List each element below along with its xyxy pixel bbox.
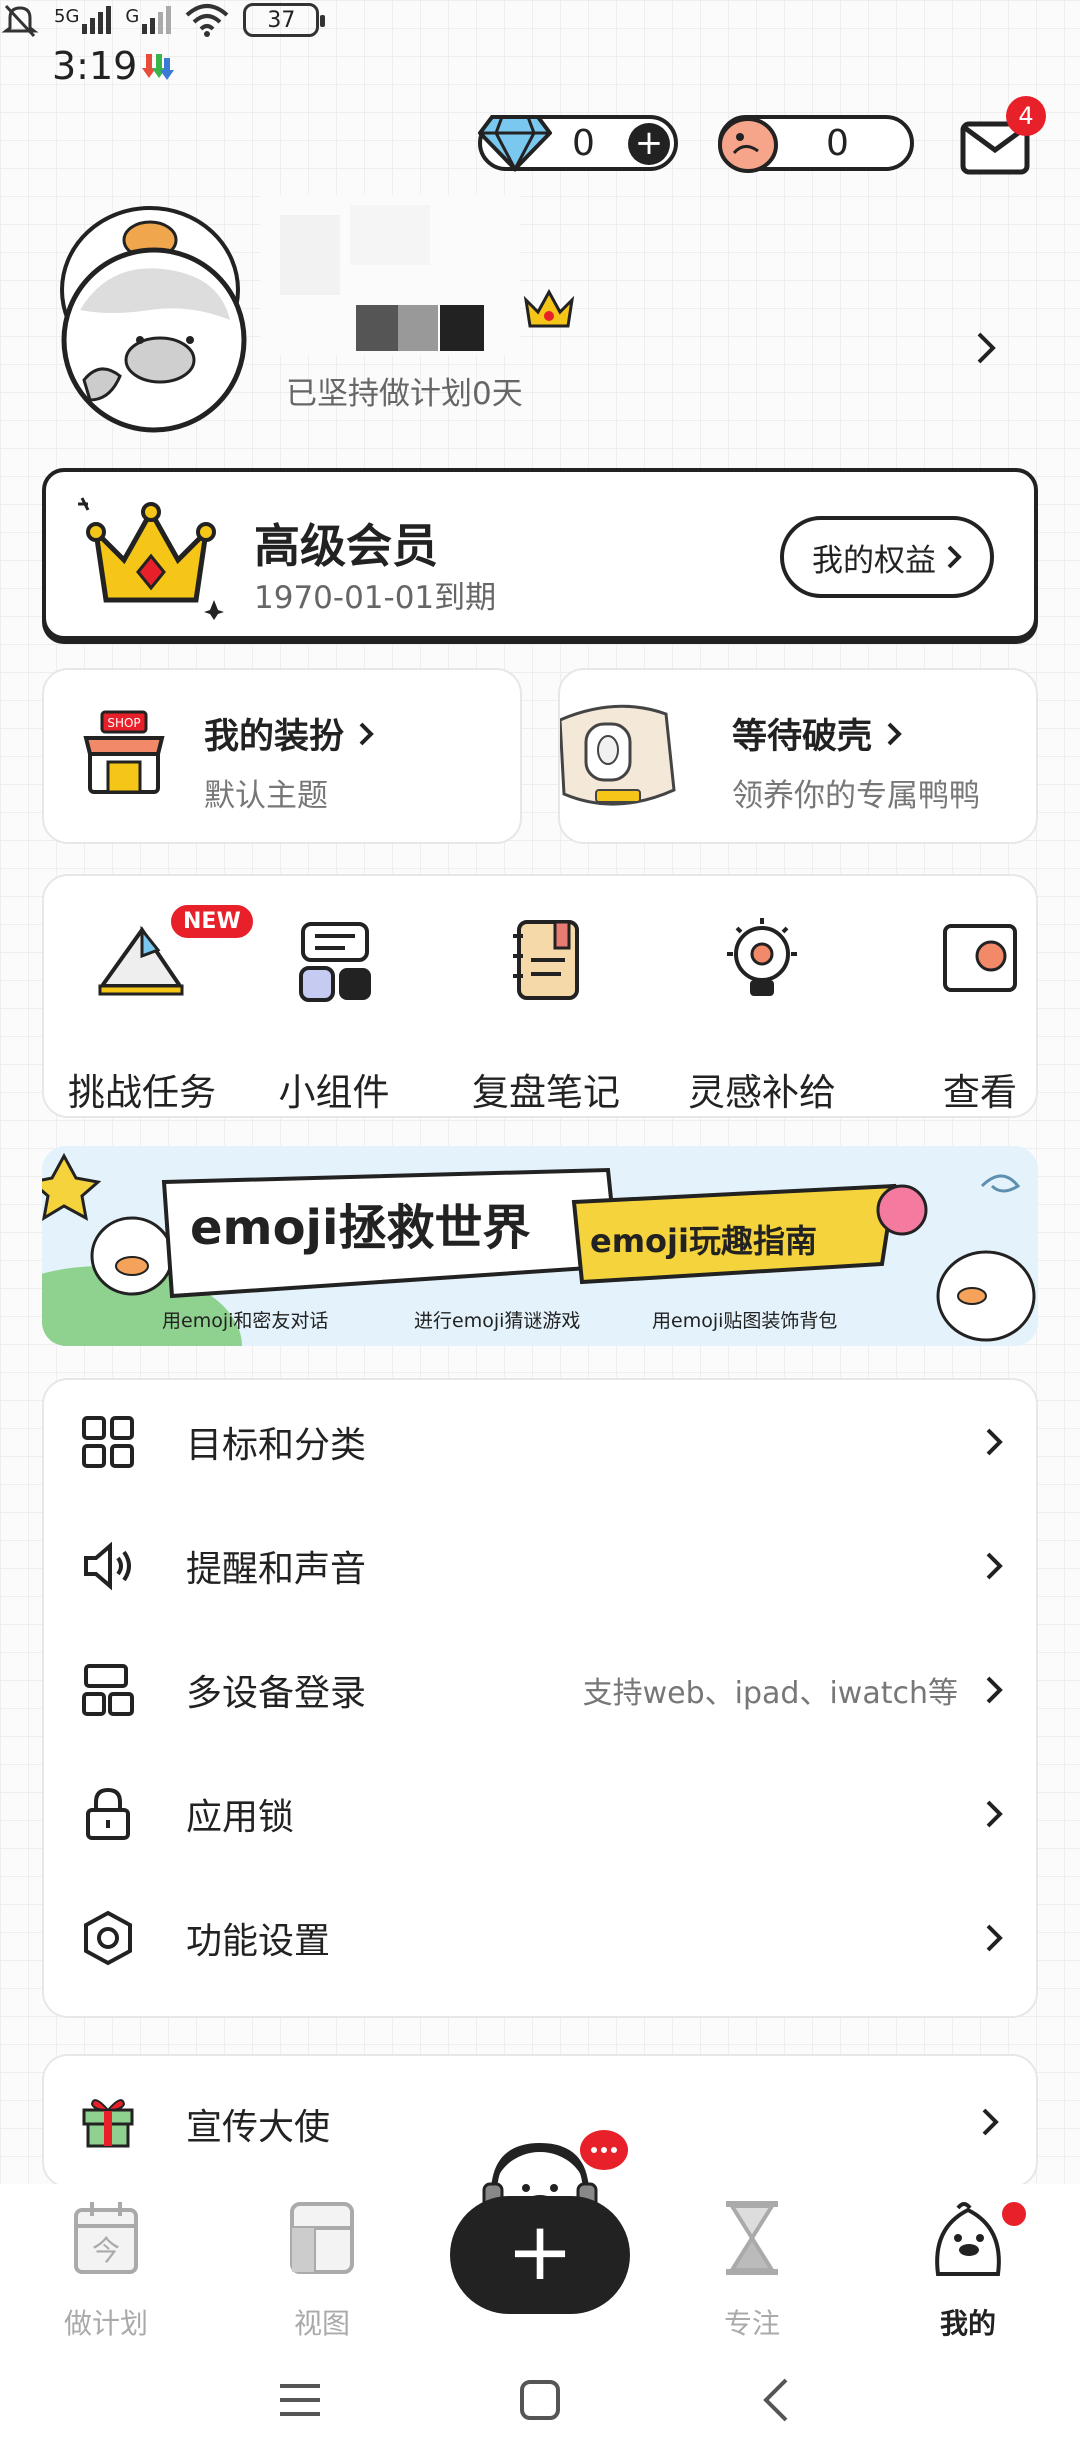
chevron-right-icon bbox=[986, 1552, 1003, 1580]
menu-icon[interactable] bbox=[278, 2380, 322, 2420]
settings-row-reminders[interactable]: 提醒和声音 bbox=[44, 1504, 1040, 1628]
settings-row-goals[interactable]: 目标和分类 bbox=[44, 1380, 1040, 1504]
shop-icon: SHOP bbox=[83, 710, 165, 794]
member-title: 高级会员 bbox=[254, 519, 438, 573]
wifi-icon bbox=[186, 4, 229, 37]
mail-button[interactable]: 4 bbox=[960, 96, 1046, 176]
my-theme-sub: 默认主题 bbox=[204, 778, 328, 814]
incubator-icon bbox=[560, 704, 676, 806]
diamond-count: 0 bbox=[572, 123, 595, 164]
hourglass-icon bbox=[726, 2201, 778, 2275]
membership-card[interactable]: 高级会员 1970-01-01到期 我的权益 bbox=[42, 468, 1038, 640]
egg-balance-pill[interactable]: 0 bbox=[718, 115, 914, 173]
my-theme-card[interactable]: SHOP 我的装扮 默认主题 bbox=[42, 668, 522, 844]
quick-item-widget[interactable]: 小组件 bbox=[234, 916, 434, 1114]
banner-title: emoji拯救世界 bbox=[190, 1200, 531, 1256]
banner-item-1: 用emoji和密友对话 bbox=[162, 1310, 329, 1332]
duckling-egg-icon bbox=[718, 117, 778, 173]
promo-banner[interactable]: emoji拯救世界 emoji玩趣指南 用emoji和密友对话 进行emoji猜… bbox=[42, 1146, 1038, 1346]
chevron-right-icon[interactable] bbox=[975, 330, 999, 366]
calendar-glyph: 今 bbox=[92, 2234, 120, 2267]
chevron-right-icon bbox=[986, 1800, 1003, 1828]
banner-item-2: 进行emoji猜谜游戏 bbox=[414, 1310, 581, 1332]
chevron-right-icon bbox=[986, 1924, 1003, 1952]
settings-row-app-lock[interactable]: 应用锁 bbox=[44, 1752, 1040, 1876]
back-icon[interactable] bbox=[760, 2376, 792, 2424]
chevron-right-icon bbox=[359, 722, 374, 745]
diamond-balance-pill[interactable]: 0 + bbox=[478, 115, 678, 173]
add-plan-button[interactable]: + bbox=[450, 2196, 630, 2314]
banner-item-3: 用emoji贴图装饰背包 bbox=[652, 1310, 838, 1332]
hatch-egg-card[interactable]: 等待破壳 领养你的专属鸭鸭 bbox=[558, 668, 1038, 844]
settings-row-devices[interactable]: 多设备登录 支持web、ipad、iwatch等 bbox=[44, 1628, 1040, 1752]
nav-focus[interactable]: 专注 bbox=[682, 2198, 822, 2340]
hatch-sub: 领养你的专属鸭鸭 bbox=[732, 778, 980, 814]
vip-crown-icon bbox=[523, 288, 575, 328]
layout-icon bbox=[290, 2202, 354, 2274]
shop-sign: SHOP bbox=[107, 716, 140, 730]
member-expiry: 1970-01-01到期 bbox=[254, 580, 497, 616]
quick-item-inspiration[interactable]: 灵感补给 bbox=[662, 916, 862, 1114]
diamond-icon bbox=[478, 115, 552, 173]
my-rights-button[interactable]: 我的权益 bbox=[780, 516, 994, 598]
quick-item-challenge[interactable]: NEW 挑战任务 bbox=[44, 902, 256, 1114]
home-icon[interactable] bbox=[518, 2378, 562, 2422]
view-icon bbox=[943, 924, 1017, 992]
duck-profile-icon bbox=[935, 2202, 1001, 2276]
my-theme-title: 我的装扮 bbox=[204, 717, 345, 757]
crown-icon bbox=[78, 497, 224, 620]
signal-2-icon: G bbox=[125, 6, 172, 34]
duck-avatar-icon bbox=[60, 206, 247, 433]
grid-icon bbox=[82, 1416, 134, 1468]
egg-count: 0 bbox=[826, 123, 849, 164]
devices-hint: 支持web、ipad、iwatch等 bbox=[582, 1676, 958, 1711]
hatch-title: 等待破壳 bbox=[732, 717, 873, 757]
lightbulb-icon bbox=[727, 918, 797, 996]
status-icons: 5G G 37 bbox=[0, 0, 1080, 40]
hexagon-settings-icon bbox=[84, 1910, 132, 1966]
lock-icon bbox=[86, 1787, 130, 1840]
speaker-icon bbox=[84, 1541, 131, 1591]
download-app-icon bbox=[142, 54, 174, 80]
quick-item-view[interactable]: 查看 bbox=[880, 916, 1036, 1114]
chevron-right-icon bbox=[887, 722, 902, 745]
username-redacted bbox=[260, 195, 520, 355]
nav-view[interactable]: 视图 bbox=[252, 2198, 392, 2340]
mute-bell-icon bbox=[1, 4, 39, 38]
chevron-right-icon bbox=[986, 1676, 1003, 1704]
signal-icon: 5G bbox=[54, 6, 112, 34]
quick-item-notes[interactable]: 复盘笔记 bbox=[446, 916, 646, 1114]
system-nav-bar bbox=[0, 2340, 1080, 2460]
widget-icon bbox=[299, 922, 371, 1002]
chevron-right-icon bbox=[982, 2108, 999, 2136]
status-time: 3:19 bbox=[52, 44, 138, 88]
chevron-right-icon bbox=[947, 545, 962, 569]
notebook-icon bbox=[513, 920, 579, 1000]
mail-badge: 4 bbox=[1006, 96, 1046, 136]
nav-mine[interactable]: 我的 bbox=[898, 2198, 1038, 2340]
plus-icon: + bbox=[506, 2205, 574, 2298]
nav-plan[interactable]: 今 做计划 bbox=[36, 2198, 176, 2340]
avatar[interactable] bbox=[50, 200, 260, 440]
quick-actions-row: NEW 挑战任务 小组件 复盘笔记 灵感补给 查看 bbox=[42, 874, 1038, 1118]
chevron-right-icon bbox=[986, 1428, 1003, 1456]
battery-indicator: 37 bbox=[243, 3, 326, 37]
devices-icon bbox=[82, 1664, 134, 1716]
calendar-today-icon: 今 bbox=[74, 2202, 138, 2274]
banner-tag: emoji玩趣指南 bbox=[590, 1222, 817, 1260]
add-diamond-button[interactable]: + bbox=[628, 123, 670, 165]
gift-icon bbox=[82, 2099, 134, 2148]
streak-text: 已坚持做计划0天 bbox=[286, 376, 523, 412]
notification-dot bbox=[1002, 2202, 1026, 2226]
settings-row-features[interactable]: 功能设置 bbox=[44, 1876, 1040, 2000]
settings-list: 目标和分类 提醒和声音 多设备登录 支持web、ipad、iwatch等 应用锁 bbox=[42, 1378, 1038, 2018]
